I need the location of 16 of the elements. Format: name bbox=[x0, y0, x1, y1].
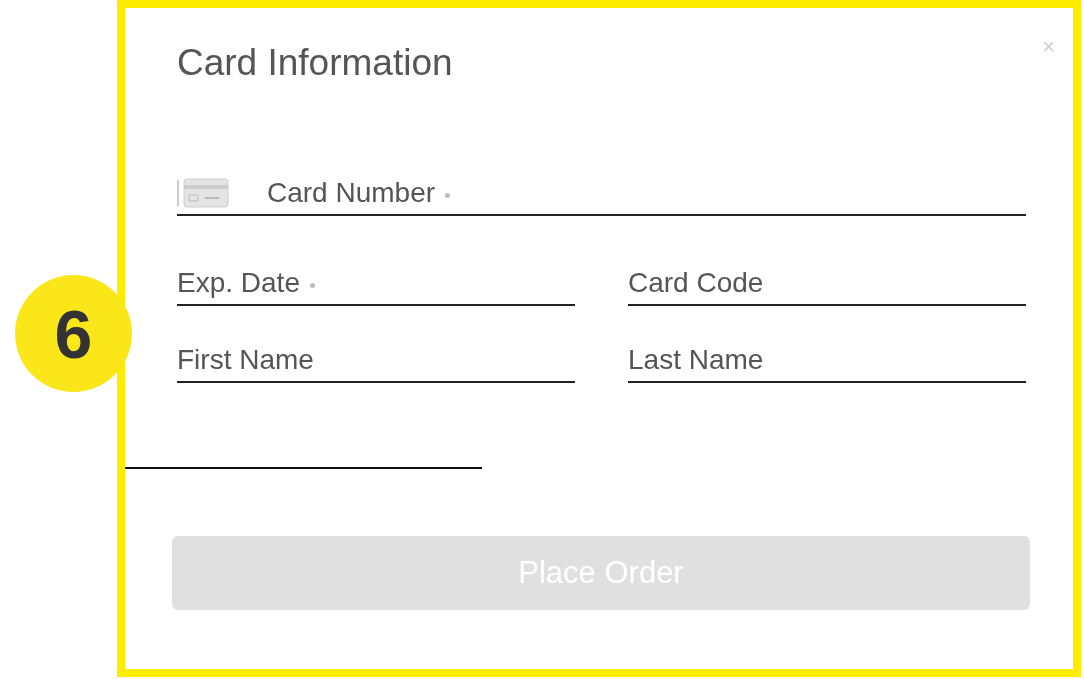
step-badge: 6 bbox=[15, 275, 132, 392]
divider-icon bbox=[177, 180, 179, 206]
required-icon bbox=[309, 282, 315, 288]
field-label: First Name bbox=[177, 344, 314, 376]
field-label: Card Number bbox=[267, 177, 436, 209]
field-label: Last Name bbox=[628, 344, 764, 376]
dialog-title: Card Information bbox=[177, 44, 453, 81]
credit-card-icon bbox=[183, 178, 229, 208]
field-label: Exp. Date bbox=[177, 267, 300, 299]
required-icon bbox=[445, 192, 451, 198]
input-field[interactable]: Card Number bbox=[177, 172, 1026, 216]
field-label: Card Code bbox=[628, 267, 764, 299]
input-field[interactable]: Exp. Date bbox=[177, 262, 575, 306]
input-field[interactable]: Last Name bbox=[628, 339, 1026, 383]
input-field[interactable]: Card Code bbox=[628, 262, 1026, 306]
input-field[interactable]: First Name bbox=[177, 339, 575, 383]
